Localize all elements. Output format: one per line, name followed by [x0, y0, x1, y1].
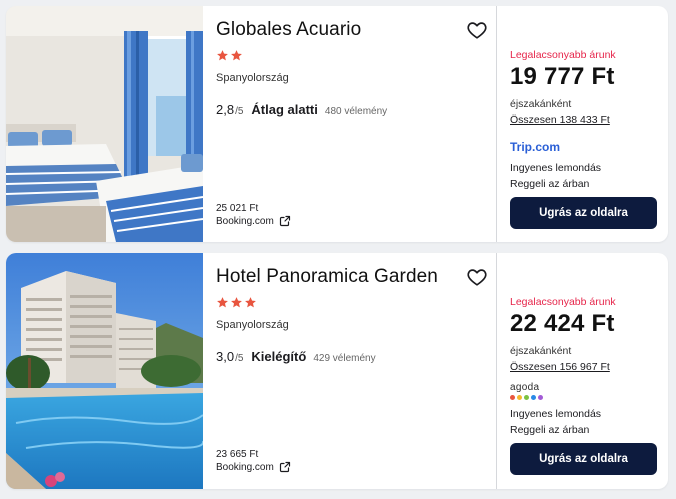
guest-rating: 2,8 /5 Átlag alatti 480 vélemény: [216, 102, 387, 117]
rating-score: 2,8: [216, 102, 235, 117]
hotel-country: Spanyolország: [216, 319, 289, 331]
price-per-night: 22 424 Ft: [510, 310, 615, 337]
best-deal-panel: Legalacsonyabb árunk 19 777 Ft éjszakánk…: [510, 6, 660, 242]
heart-outline-icon[interactable]: [466, 266, 488, 288]
feature-free-cancellation: Ingyenes lemondás: [510, 408, 602, 420]
hotel-room-image: [6, 6, 203, 242]
alternative-provider-name: Booking.com: [216, 461, 274, 473]
card-divider: [496, 253, 497, 489]
go-to-site-button[interactable]: Ugrás az oldalra: [510, 443, 657, 475]
star-icon: [231, 297, 242, 308]
provider-name: agoda: [510, 382, 540, 393]
alternative-price: 23 665 Ft: [216, 449, 259, 460]
hotel-card[interactable]: Hotel Panoramica Garden Spanyolország 3,…: [6, 253, 668, 489]
star-rating: [216, 49, 243, 63]
agoda-dot: [538, 395, 543, 400]
provider-logo-agoda: agoda: [510, 383, 550, 401]
total-price-link[interactable]: Összesen 156 967 Ft: [510, 361, 610, 373]
agoda-dot: [524, 395, 529, 400]
rating-scale: /5: [235, 353, 244, 364]
alternative-price: 25 021 Ft: [216, 203, 259, 214]
star-rating: [216, 296, 257, 310]
rating-label: Átlag alatti: [251, 102, 318, 117]
agoda-dot: [510, 395, 515, 400]
hotel-results-list: Globales Acuario Spanyolország 2,8 /5 Át…: [0, 0, 676, 499]
alternative-provider-link[interactable]: Booking.com: [216, 215, 291, 227]
external-link-icon: [279, 215, 290, 227]
per-night-label: éjszakánként: [510, 98, 572, 110]
hotel-card[interactable]: Globales Acuario Spanyolország 2,8 /5 Át…: [6, 6, 668, 242]
hotel-photo[interactable]: [6, 6, 203, 242]
best-deal-panel: Legalacsonyabb árunk 22 424 Ft éjszakánk…: [510, 253, 660, 489]
agoda-dot: [531, 395, 536, 400]
hotel-info: Globales Acuario Spanyolország 2,8 /5 Át…: [216, 6, 498, 242]
heart-outline-icon[interactable]: [466, 19, 488, 41]
hotel-photo[interactable]: [6, 253, 203, 489]
lowest-price-label: Legalacsonyabb árunk: [510, 49, 616, 61]
alternative-provider-name: Booking.com: [216, 215, 274, 227]
lowest-price-label: Legalacsonyabb árunk: [510, 296, 616, 308]
rating-score: 3,0: [216, 349, 235, 364]
card-divider: [496, 6, 497, 242]
feature-free-cancellation: Ingyenes lemondás: [510, 162, 602, 174]
star-icon: [217, 50, 228, 61]
hotel-info: Hotel Panoramica Garden Spanyolország 3,…: [216, 253, 498, 489]
external-link-icon: [279, 461, 290, 473]
guest-rating: 3,0 /5 Kielégítő 429 vélemény: [216, 349, 376, 364]
alternative-provider-link[interactable]: Booking.com: [216, 461, 291, 473]
provider-logo-tripcom: Trip.com: [510, 140, 561, 154]
price-per-night: 19 777 Ft: [510, 63, 615, 90]
star-icon: [245, 297, 256, 308]
rating-label: Kielégítő: [251, 349, 307, 364]
total-price-link[interactable]: Összesen 138 433 Ft: [510, 114, 610, 126]
star-icon: [217, 297, 228, 308]
review-count[interactable]: 429 vélemény: [313, 353, 375, 364]
hotel-name[interactable]: Hotel Panoramica Garden: [216, 266, 438, 288]
feature-breakfast-included: Reggeli az árban: [510, 178, 590, 190]
hotel-exterior-image: [6, 253, 203, 489]
star-icon: [231, 50, 242, 61]
feature-breakfast-included: Reggeli az árban: [510, 424, 590, 436]
review-count[interactable]: 480 vélemény: [325, 106, 387, 117]
per-night-label: éjszakánként: [510, 345, 572, 357]
rating-scale: /5: [235, 106, 244, 117]
hotel-country: Spanyolország: [216, 72, 289, 84]
hotel-name[interactable]: Globales Acuario: [216, 19, 361, 41]
agoda-dot: [517, 395, 522, 400]
agoda-dots-icon: [510, 395, 550, 400]
go-to-site-button[interactable]: Ugrás az oldalra: [510, 197, 657, 229]
